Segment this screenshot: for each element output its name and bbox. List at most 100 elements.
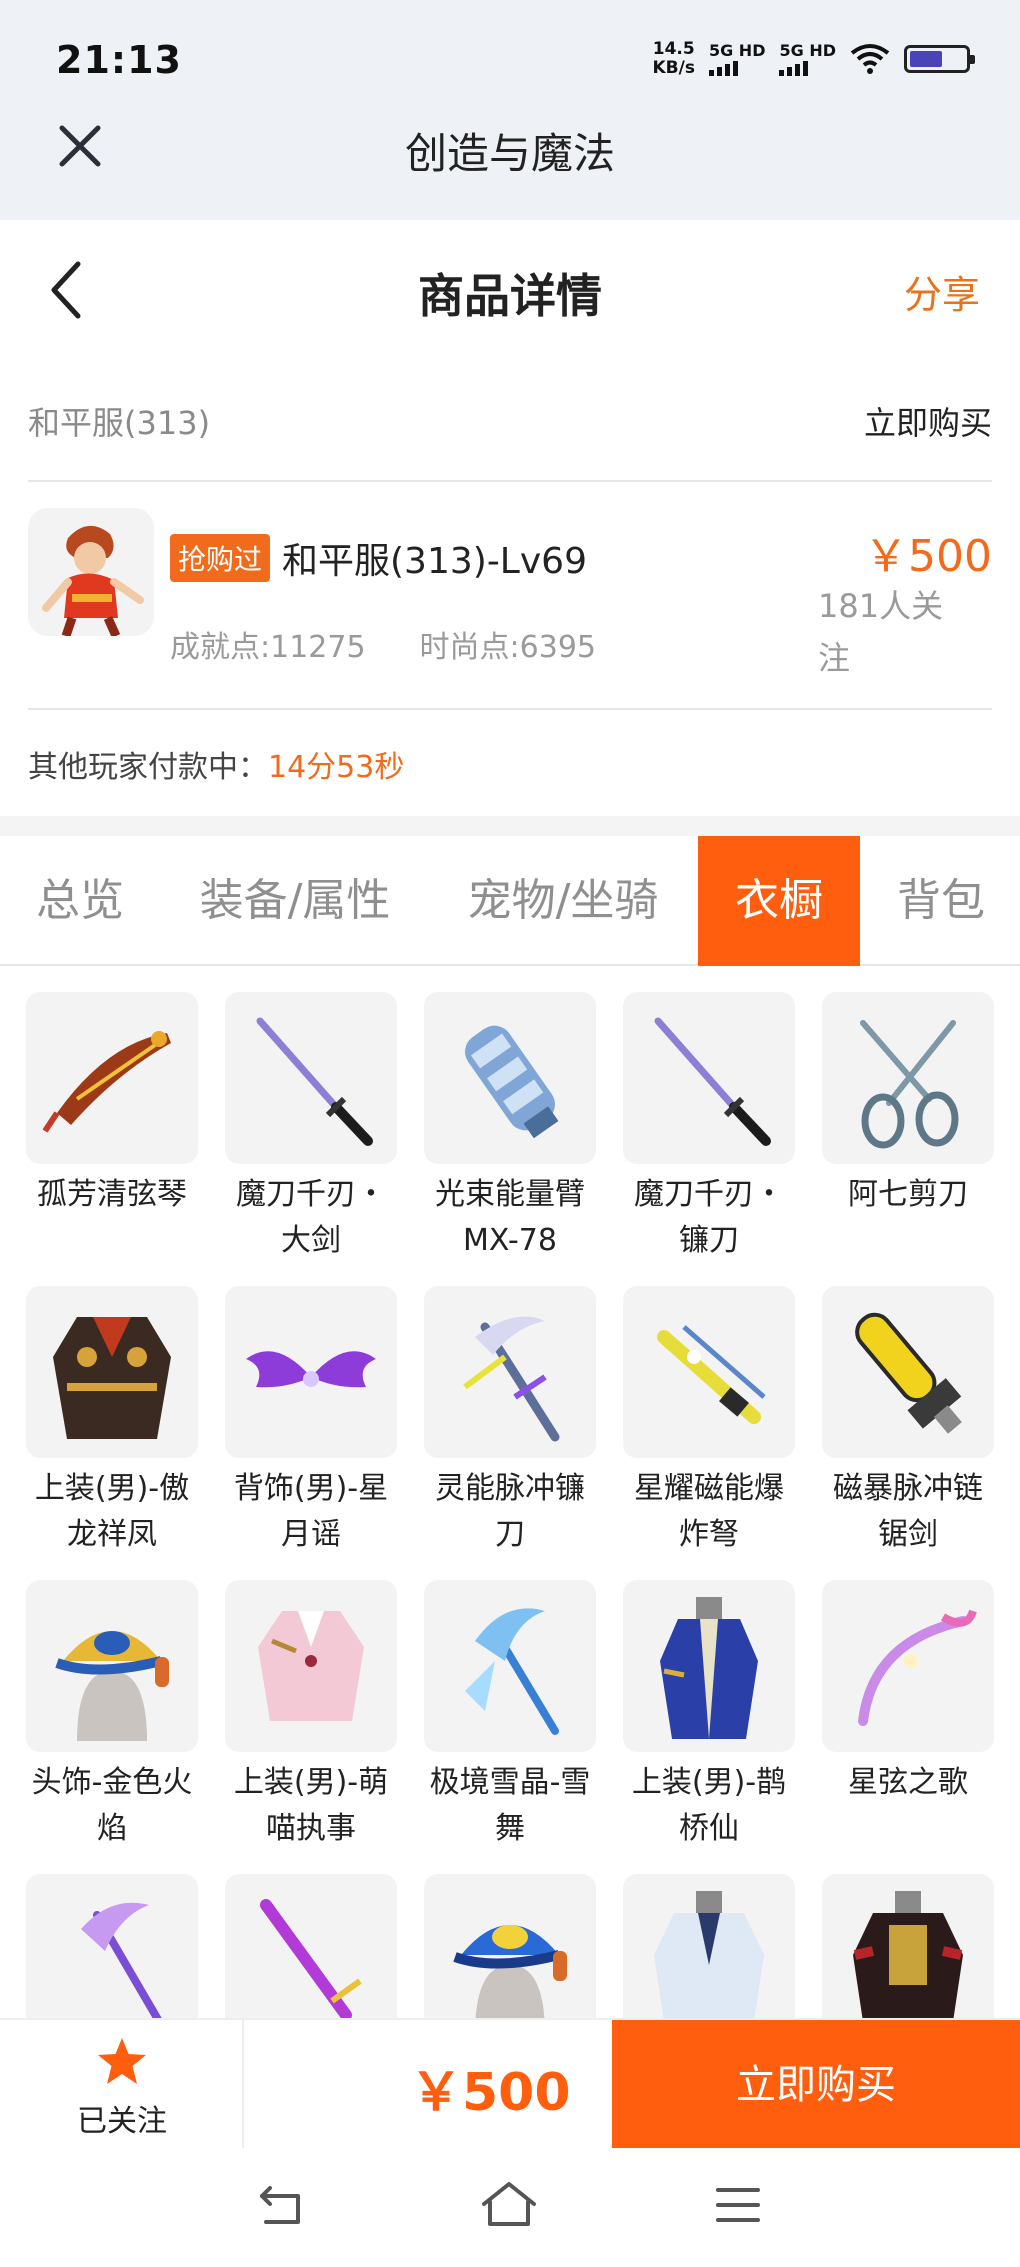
star-bow-icon	[822, 1580, 994, 1752]
bottom-action-bar: 已关注 ￥500 立即购买	[0, 2018, 1020, 2150]
nav-back-button[interactable]	[256, 2180, 308, 2234]
item-name: 孤芳清弦琴	[37, 1177, 187, 1212]
status-icons: 14.5 KB/s 5G HD 5G HD	[652, 39, 975, 78]
wardrobe-item[interactable]: 星弦之歌	[822, 1580, 994, 1856]
detail-tabs: 总览 装备/属性 宠物/坐骑 衣橱 背包	[0, 836, 1020, 966]
product-summary[interactable]: 抢购过 和平服(313)-Lv69 成就点:11275 时尚点:6395 ￥50…	[28, 484, 992, 710]
fashion-points: 时尚点:6395	[419, 630, 597, 665]
sim1-signal-icon: 5G HD	[708, 42, 765, 76]
katana-icon	[225, 992, 397, 1164]
wings-icon	[225, 1286, 397, 1458]
wardrobe-item[interactable]	[26, 1874, 198, 2018]
app-top-area: 21:13 14.5 KB/s 5G HD 5G HD 创造与魔法	[0, 0, 1020, 220]
wardrobe-item[interactable]: 磁暴脉冲链锯剑	[822, 1286, 994, 1562]
status-time: 21:13	[56, 38, 182, 82]
nav-home-button[interactable]	[480, 2180, 538, 2234]
purple-scythe-icon	[26, 1874, 198, 2018]
wardrobe-item[interactable]	[623, 1874, 795, 2018]
follow-button[interactable]: 已关注	[0, 2020, 244, 2150]
sim2-signal-icon: 5G HD	[779, 42, 836, 76]
flash-sale-badge: 抢购过	[170, 534, 271, 582]
tab-overview[interactable]: 总览	[10, 836, 150, 966]
wardrobe-item[interactable]: 背饰(男)-星月谣	[225, 1286, 397, 1562]
wardrobe-grid-container: 孤芳清弦琴 魔刀千刃・大剑 光束能量臂MX-78 魔刀千刃・镰刀 阿七剪刀 上装…	[0, 968, 1020, 2018]
follow-label: 已关注	[77, 2104, 167, 2139]
chainsaw-sword-icon	[822, 1286, 994, 1458]
item-name: 光束能量臂MX-78	[435, 1177, 585, 1258]
item-name: 上装(男)-萌喵执事	[233, 1765, 389, 1846]
wardrobe-item[interactable]: 星耀磁能爆炸弩	[623, 1286, 795, 1562]
wifi-icon	[850, 43, 890, 75]
server-name: 和平服(313)	[28, 404, 211, 442]
home-icon	[482, 2182, 536, 2226]
net-speed: 14.5 KB/s	[652, 39, 695, 78]
tab-wardrobe[interactable]: 衣橱	[698, 836, 860, 966]
item-name: 上装(男)-鹊桥仙	[631, 1765, 787, 1846]
character-avatar	[28, 508, 154, 636]
item-name: 魔刀千刃・大剑	[236, 1177, 386, 1258]
product-name: 和平服(313)-Lv69	[282, 541, 587, 582]
share-button[interactable]: 分享	[904, 264, 980, 319]
dark-jacket-icon	[822, 1874, 994, 2018]
katana-icon	[623, 992, 795, 1164]
payment-status-label: 其他玩家付款中：	[28, 750, 268, 785]
product-price: ￥500	[864, 531, 992, 582]
wardrobe-item[interactable]: 孤芳清弦琴	[26, 992, 198, 1268]
tab-equipment[interactable]: 装备/属性	[180, 836, 410, 966]
item-name: 星弦之歌	[848, 1765, 968, 1800]
wardrobe-item[interactable]: 魔刀千刃・大剑	[225, 992, 397, 1268]
item-name: 背饰(男)-星月谣	[233, 1471, 389, 1552]
tab-backpack[interactable]: 背包	[874, 836, 1008, 966]
item-name: 魔刀千刃・镰刀	[634, 1177, 784, 1258]
follower-count: 181人关注	[818, 587, 944, 677]
item-name: 头饰-金色火焰	[31, 1765, 193, 1846]
wardrobe-item[interactable]	[822, 1874, 994, 2018]
product-title: 抢购过 和平服(313)-Lv69	[170, 532, 587, 584]
item-name: 极境雪晶-雪舞	[429, 1765, 591, 1846]
wardrobe-item[interactable]: 上装(男)-萌喵执事	[225, 1580, 397, 1856]
wardrobe-item[interactable]: 头饰-金色火焰	[26, 1580, 198, 1856]
white-coat-icon	[623, 1874, 795, 2018]
wardrobe-item[interactable]: 灵能脉冲镰刀	[424, 1286, 596, 1562]
buy-now-link[interactable]: 立即购买	[864, 398, 992, 444]
gold-cap-icon	[26, 1580, 198, 1752]
product-stats: 成就点:11275 时尚点:6395	[170, 622, 596, 666]
wardrobe-item[interactable]	[225, 1874, 397, 2018]
guqin-weapon-icon	[26, 992, 198, 1164]
wardrobe-grid: 孤芳清弦琴 魔刀千刃・大剑 光束能量臂MX-78 魔刀千刃・镰刀 阿七剪刀 上装…	[26, 992, 994, 2018]
nav-back-icon	[260, 2186, 300, 2224]
butler-outfit-icon	[225, 1580, 397, 1752]
buy-now-button[interactable]: 立即购买	[612, 2020, 1020, 2150]
menu-icon	[716, 2188, 760, 2222]
battery-icon	[904, 45, 975, 73]
blue-robe-icon	[623, 1580, 795, 1752]
wardrobe-item[interactable]	[424, 1874, 596, 2018]
item-name: 星耀磁能爆炸弩	[634, 1471, 784, 1552]
server-row: 和平服(313) 立即购买	[28, 370, 992, 482]
payment-status: 其他玩家付款中：14分53秒	[28, 742, 404, 786]
wardrobe-item[interactable]: 极境雪晶-雪舞	[424, 1580, 596, 1856]
wardrobe-item[interactable]: 阿七剪刀	[822, 992, 994, 1268]
bottom-price: ￥500	[410, 2063, 571, 2123]
wardrobe-item[interactable]: 上装(男)-傲龙祥凤	[26, 1286, 198, 1562]
crossbow-icon	[623, 1286, 795, 1458]
section-divider	[0, 816, 1020, 836]
wardrobe-item[interactable]: 魔刀千刃・镰刀	[623, 992, 795, 1268]
blue-cap-icon	[424, 1874, 596, 2018]
tab-pets-mounts[interactable]: 宠物/坐骑	[448, 836, 678, 966]
ice-scythe-icon	[424, 1580, 596, 1752]
app-title: 创造与魔法	[404, 129, 615, 178]
page-title: 商品详情	[418, 269, 602, 323]
wardrobe-item[interactable]: 光束能量臂MX-78	[424, 992, 596, 1268]
wardrobe-item[interactable]: 上装(男)-鹊桥仙	[623, 1580, 795, 1856]
energy-arm-icon	[424, 992, 596, 1164]
nav-menu-button[interactable]	[714, 2180, 762, 2234]
item-name: 灵能脉冲镰刀	[435, 1471, 585, 1552]
dragon-robe-icon	[26, 1286, 198, 1458]
achievement-points: 成就点:11275	[170, 630, 366, 665]
payment-countdown: 14分53秒	[268, 750, 405, 785]
page-header: 商品详情 分享	[0, 220, 1020, 370]
system-nav-bar	[0, 2148, 1020, 2267]
star-icon	[98, 2038, 146, 2084]
item-name: 上装(男)-傲龙祥凤	[34, 1471, 190, 1552]
